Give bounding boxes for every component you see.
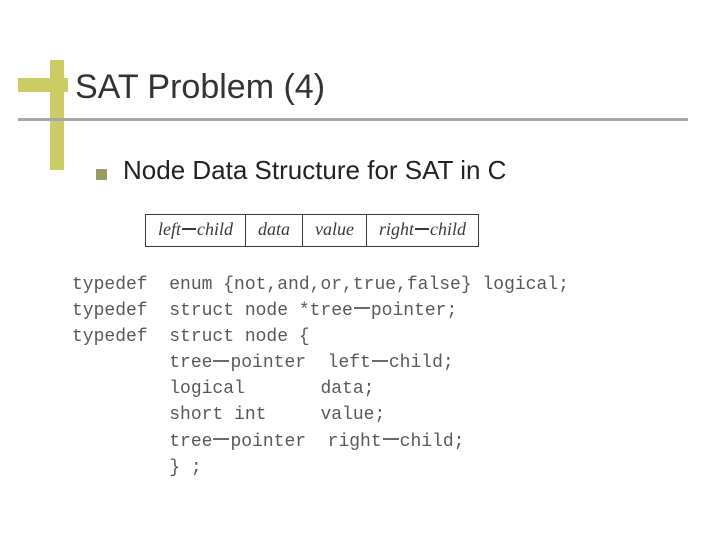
field-child2: child — [430, 219, 466, 239]
code-line-8: } ; — [72, 458, 202, 478]
decor-vertical-bar — [50, 60, 64, 170]
code-line-5: logical data; — [72, 379, 374, 399]
underscore-icon — [213, 360, 229, 362]
code-line-4a: tree — [72, 353, 212, 373]
underscore-icon — [182, 228, 196, 230]
bullet-row: Node Data Structure for SAT in C — [96, 155, 506, 186]
field-value: value — [303, 214, 367, 247]
field-right-child: right child — [367, 214, 479, 247]
code-line-2a: typedef struct node *tree — [72, 301, 353, 321]
code-line-6: short int value; — [72, 405, 385, 425]
c-code-block: typedef enum {not,and,or,true,false} log… — [72, 272, 569, 481]
bullet-text: Node Data Structure for SAT in C — [123, 155, 506, 186]
field-right: right — [379, 219, 414, 239]
code-line-7c: child; — [400, 432, 465, 452]
field-data: data — [246, 214, 303, 247]
decor-horizontal-bar — [18, 78, 68, 92]
code-line-3: typedef struct node { — [72, 327, 310, 347]
underscore-icon — [354, 307, 370, 309]
title-underline — [18, 118, 688, 121]
slide: SAT Problem (4) Node Data Structure for … — [0, 0, 720, 540]
code-line-4c: child; — [389, 353, 454, 373]
code-line-7b: pointer right — [230, 432, 381, 452]
node-fields-table: left child data value right child — [145, 214, 479, 247]
underscore-icon — [372, 360, 388, 362]
code-line-4b: pointer left — [230, 353, 370, 373]
field-left: left — [158, 219, 181, 239]
bullet-square-icon — [96, 169, 107, 180]
underscore-icon — [415, 228, 429, 230]
code-line-2b: pointer; — [371, 301, 457, 321]
field-child: child — [197, 219, 233, 239]
code-line-1: typedef enum {not,and,or,true,false} log… — [72, 275, 569, 295]
slide-title: SAT Problem (4) — [75, 68, 325, 107]
code-line-7a: tree — [72, 432, 212, 452]
field-left-child: left child — [145, 214, 246, 247]
underscore-icon — [213, 438, 229, 440]
underscore-icon — [383, 438, 399, 440]
